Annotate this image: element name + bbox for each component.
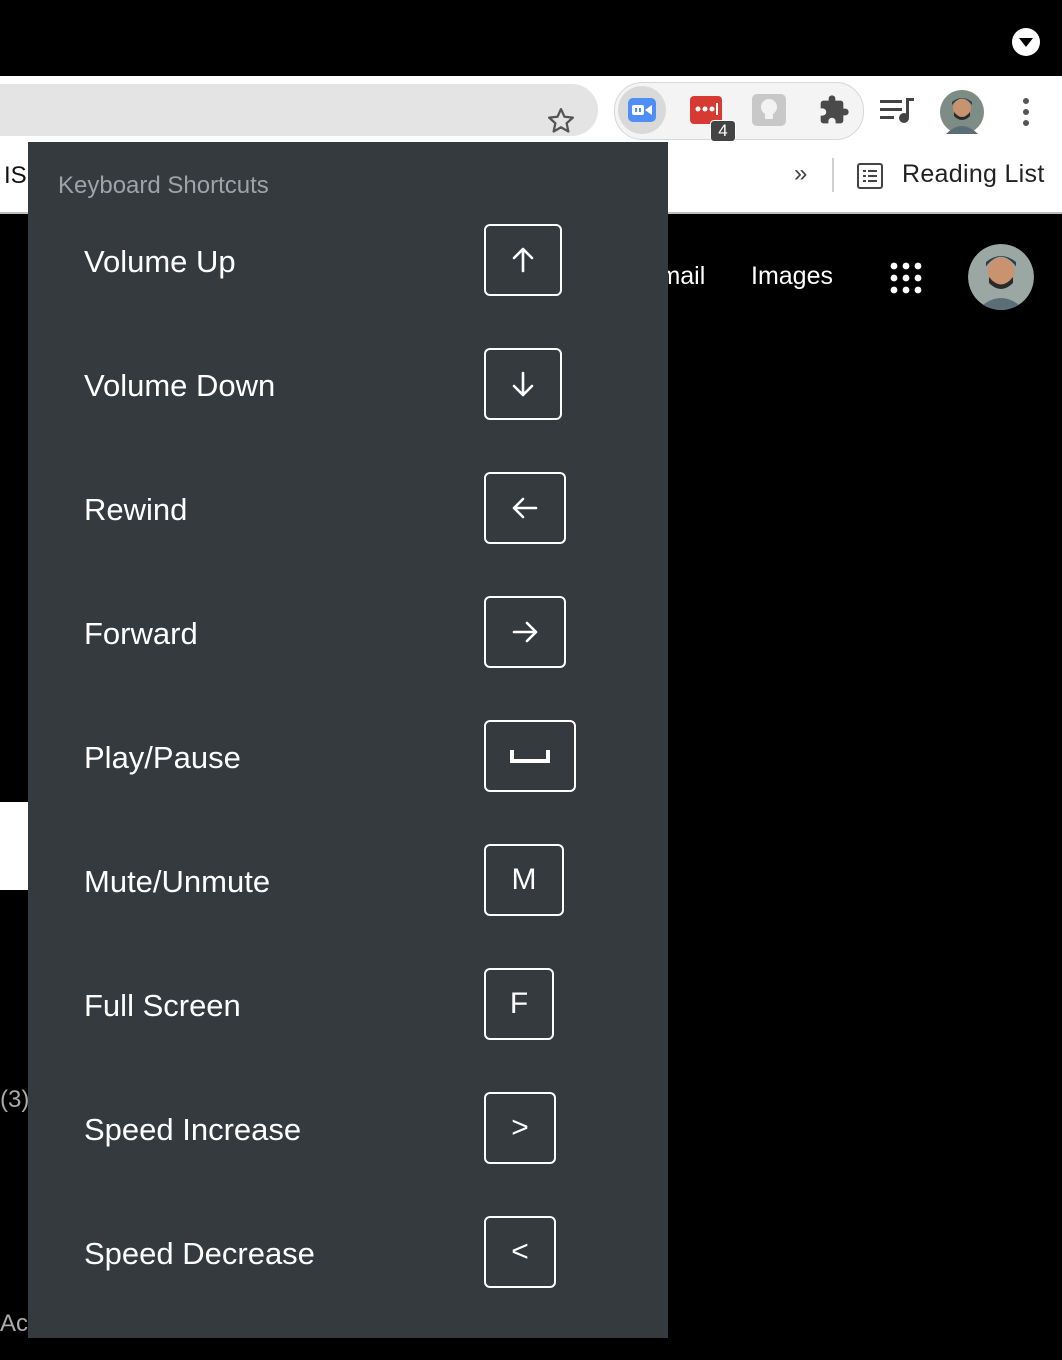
account-avatar[interactable] [968,244,1034,310]
bookmarks-divider [832,158,834,192]
shortcut-row: Forward [28,594,668,674]
shortcut-row: Play/Pause [28,718,668,798]
browser-menu-icon[interactable] [1016,96,1036,128]
shortcut-label: Forward [84,616,198,651]
arrow-right-icon [484,596,566,668]
popup-title: Keyboard Shortcuts [58,172,269,199]
shortcut-row: Speed Decrease < [28,1214,668,1294]
shortcut-key-greater-than: > [484,1092,556,1164]
shortcut-key-less-than: < [484,1216,556,1288]
puzzle-extensions-icon[interactable] [818,94,850,126]
lightbulb-extension-icon[interactable] [752,94,786,126]
shortcut-label: Volume Down [84,368,276,403]
shortcut-row: Volume Down [28,346,668,426]
bookmark-item[interactable]: IS [4,162,27,190]
bookmarks-overflow-button[interactable]: » [794,160,807,188]
reading-list-button[interactable]: Reading List [902,160,1045,189]
shortcut-row: Volume Up [28,222,668,302]
shortcut-row: Mute/Unmute M [28,842,668,922]
shortcut-label: Volume Up [84,244,236,279]
shortcut-label: Rewind [84,492,188,527]
page-side-text: (3) [0,1086,30,1113]
shortcut-row: Full Screen F [28,966,668,1046]
profile-avatar[interactable] [940,90,984,134]
arrow-down-icon [484,348,562,420]
space-bar-icon [484,720,576,792]
arrow-up-icon [484,224,562,296]
video-extension-icon [628,98,656,122]
shortcut-label: Mute/Unmute [84,864,271,899]
keyboard-shortcuts-popup: Keyboard Shortcuts Volume Up Volume Down… [28,142,668,1338]
video-extension-button[interactable] [618,86,666,134]
media-control-icon[interactable] [880,96,916,126]
browser-toolbar [0,76,1062,142]
apps-grid-icon[interactable] [888,260,924,296]
bookmark-star-icon[interactable] [546,106,576,136]
window-titlebar [0,0,1062,76]
images-link[interactable]: Images [751,262,833,291]
window-dropdown-icon[interactable] [1012,28,1040,56]
shortcut-label: Speed Increase [84,1112,302,1147]
shortcut-row: Rewind [28,470,668,550]
shortcut-label: Speed Decrease [84,1236,315,1271]
shortcut-key-m: M [484,844,564,916]
reading-list-icon[interactable] [856,162,884,190]
arrow-left-icon [484,472,566,544]
page-side-text: Ac [0,1310,29,1337]
shortcut-row: Speed Increase > [28,1090,668,1170]
page-input-edge [0,802,30,890]
shortcut-label: Full Screen [84,988,241,1023]
shortcut-label: Play/Pause [84,740,241,775]
shortcut-key-f: F [484,968,554,1040]
address-bar[interactable] [0,84,598,136]
extension-badge: 4 [710,120,736,142]
